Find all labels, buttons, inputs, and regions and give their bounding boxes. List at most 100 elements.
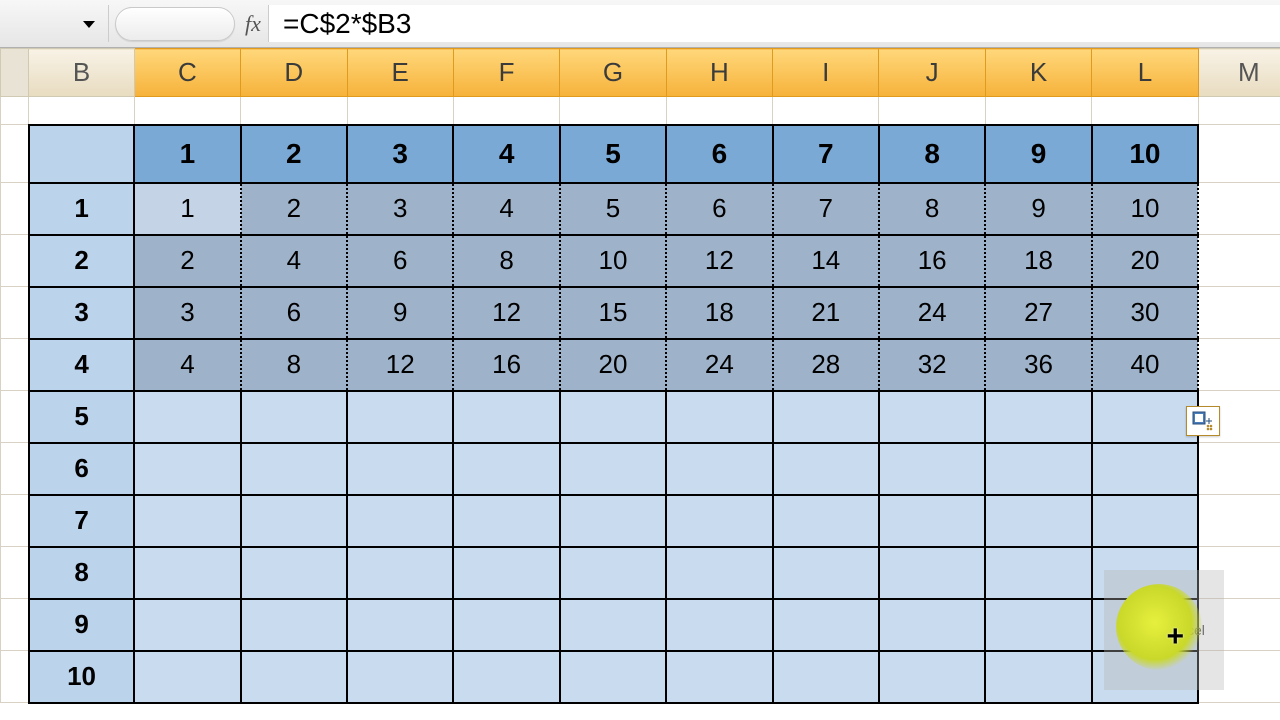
table-col-1[interactable]: 1: [134, 125, 240, 183]
cell[interactable]: [879, 599, 985, 651]
cell[interactable]: 7: [773, 183, 879, 235]
row-label[interactable]: 8: [29, 547, 134, 599]
cell[interactable]: [985, 599, 1091, 651]
cell[interactable]: [241, 547, 347, 599]
col-header-C[interactable]: C: [134, 49, 240, 97]
cell[interactable]: [1092, 547, 1198, 599]
cell[interactable]: 9: [985, 183, 1091, 235]
select-all-corner[interactable]: [1, 49, 29, 97]
cell[interactable]: [134, 495, 240, 547]
spreadsheet-grid[interactable]: B C D E F G H I J K L M 1 2 3 4: [0, 48, 1280, 720]
cell[interactable]: [241, 651, 347, 703]
cell[interactable]: 6: [666, 183, 772, 235]
cell[interactable]: [773, 391, 879, 443]
table-col-5[interactable]: 5: [560, 125, 666, 183]
cell[interactable]: 2: [134, 235, 240, 287]
cell[interactable]: [985, 391, 1091, 443]
table-row[interactable]: 3 3 6 9 12 15 18 21 24 27 30: [1, 287, 1280, 339]
cell[interactable]: [560, 599, 666, 651]
cell[interactable]: [453, 443, 559, 495]
cell[interactable]: [666, 495, 772, 547]
table-header-row[interactable]: 1 2 3 4 5 6 7 8 9 10: [1, 125, 1280, 183]
cell[interactable]: 24: [666, 339, 772, 391]
cell[interactable]: [347, 599, 453, 651]
cell[interactable]: [879, 495, 985, 547]
sheet-row-1[interactable]: [1, 97, 1280, 125]
cell[interactable]: 40: [1092, 339, 1198, 391]
cell[interactable]: [985, 651, 1091, 703]
row-label[interactable]: 1: [29, 183, 134, 235]
cell[interactable]: 18: [666, 287, 772, 339]
table-col-3[interactable]: 3: [347, 125, 453, 183]
cell[interactable]: [560, 651, 666, 703]
cell[interactable]: 14: [773, 235, 879, 287]
cell[interactable]: 24: [879, 287, 985, 339]
cell[interactable]: 6: [241, 287, 347, 339]
cell[interactable]: 20: [1092, 235, 1198, 287]
table-col-9[interactable]: 9: [985, 125, 1091, 183]
cell[interactable]: 30: [1092, 287, 1198, 339]
table-row[interactable]: 5: [1, 391, 1280, 443]
cell[interactable]: [985, 495, 1091, 547]
table-row[interactable]: 2 2 4 6 8 10 12 14 16 18 20: [1, 235, 1280, 287]
cell[interactable]: [560, 547, 666, 599]
cell[interactable]: 10: [1092, 183, 1198, 235]
cell[interactable]: [134, 547, 240, 599]
col-header-M[interactable]: M: [1198, 49, 1280, 97]
cell[interactable]: 4: [453, 183, 559, 235]
col-header-F[interactable]: F: [453, 49, 559, 97]
cell[interactable]: [347, 547, 453, 599]
table-row[interactable]: 9: [1, 599, 1280, 651]
cell[interactable]: [879, 547, 985, 599]
active-cell[interactable]: 1: [134, 183, 240, 235]
row-label[interactable]: 3: [29, 287, 134, 339]
cell[interactable]: 5: [560, 183, 666, 235]
table-row[interactable]: 4 4 8 12 16 20 24 28 32 36 40: [1, 339, 1280, 391]
cell[interactable]: [879, 443, 985, 495]
fx-pill[interactable]: [115, 7, 235, 41]
cell[interactable]: [453, 495, 559, 547]
autofill-options-button[interactable]: [1186, 406, 1220, 436]
cell[interactable]: [1092, 599, 1198, 651]
cell[interactable]: [773, 547, 879, 599]
row-label[interactable]: 5: [29, 391, 134, 443]
cell[interactable]: [773, 443, 879, 495]
column-header-row[interactable]: B C D E F G H I J K L M: [1, 49, 1280, 97]
col-header-J[interactable]: J: [879, 49, 985, 97]
cell[interactable]: 12: [347, 339, 453, 391]
cell[interactable]: [985, 547, 1091, 599]
table-col-6[interactable]: 6: [666, 125, 772, 183]
cell[interactable]: 21: [773, 287, 879, 339]
fx-label[interactable]: fx: [245, 11, 261, 37]
table-row[interactable]: 8: [1, 547, 1280, 599]
cell[interactable]: [347, 443, 453, 495]
col-header-G[interactable]: G: [560, 49, 666, 97]
col-header-D[interactable]: D: [241, 49, 347, 97]
cell[interactable]: [879, 651, 985, 703]
cell[interactable]: [560, 443, 666, 495]
cell[interactable]: 6: [347, 235, 453, 287]
cell[interactable]: [879, 391, 985, 443]
table-row[interactable]: 1 1 2 3 4 5 6 7 8 9 10: [1, 183, 1280, 235]
cell[interactable]: 15: [560, 287, 666, 339]
table-col-10[interactable]: 10: [1092, 125, 1198, 183]
cell[interactable]: [1092, 495, 1198, 547]
row-label[interactable]: 9: [29, 599, 134, 651]
cell[interactable]: [347, 651, 453, 703]
row-label[interactable]: 7: [29, 495, 134, 547]
chevron-down-icon[interactable]: [78, 13, 100, 35]
cell[interactable]: [560, 495, 666, 547]
cell[interactable]: [773, 651, 879, 703]
cell[interactable]: [241, 495, 347, 547]
cell[interactable]: 12: [453, 287, 559, 339]
table-col-7[interactable]: 7: [773, 125, 879, 183]
col-header-L[interactable]: L: [1092, 49, 1198, 97]
col-header-I[interactable]: I: [773, 49, 879, 97]
cell[interactable]: [241, 443, 347, 495]
table-row[interactable]: 7: [1, 495, 1280, 547]
col-header-K[interactable]: K: [985, 49, 1091, 97]
col-header-E[interactable]: E: [347, 49, 453, 97]
table-col-8[interactable]: 8: [879, 125, 985, 183]
row-label[interactable]: 6: [29, 443, 134, 495]
cell[interactable]: [1092, 391, 1198, 443]
